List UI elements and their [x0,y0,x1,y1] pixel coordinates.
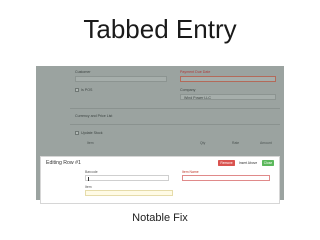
remove-button[interactable]: Remove [218,160,235,166]
row-edit-panel: Editing Row #1 Remove Insert Above Close… [40,156,280,204]
edit-panel-title: Editing Row #1 [46,160,81,166]
column-header: Item [87,141,94,145]
customer-label: Customer [75,70,91,74]
company-field[interactable]: Wind Power LLC [180,94,276,100]
slide-caption: Notable Fix [132,212,188,224]
update-stock-label: Update Stock [81,131,103,135]
section-divider [70,108,280,109]
payment-due-field[interactable] [180,76,276,82]
close-button[interactable]: Close [262,160,274,166]
items-table-header: Item Qty Rate Amount [75,141,280,147]
item-label: Item [85,185,92,189]
section-label: Currency and Price List [75,114,113,118]
payment-due-label: Payment Due Date [180,70,211,74]
barcode-input[interactable] [85,175,169,181]
is-pos-label: Is POS [81,88,93,92]
barcode-label: Barcode [85,170,98,174]
section-divider-2 [70,124,280,125]
item-input[interactable] [85,190,173,196]
column-header: Rate [232,141,240,145]
update-stock-checkbox[interactable] [75,131,79,135]
company-label: Company [180,88,196,92]
insert-above-button[interactable]: Insert Above [237,160,259,166]
text-cursor [88,177,89,181]
column-header: Qty [200,141,206,145]
item-name-input[interactable] [182,175,270,181]
item-name-label: Item Name [182,170,199,174]
slide-title: Tabbed Entry [83,14,237,44]
customer-field[interactable] [75,76,167,82]
column-header: Amount [260,141,272,145]
company-value: Wind Power LLC [184,95,211,100]
is-pos-checkbox[interactable] [75,88,79,92]
